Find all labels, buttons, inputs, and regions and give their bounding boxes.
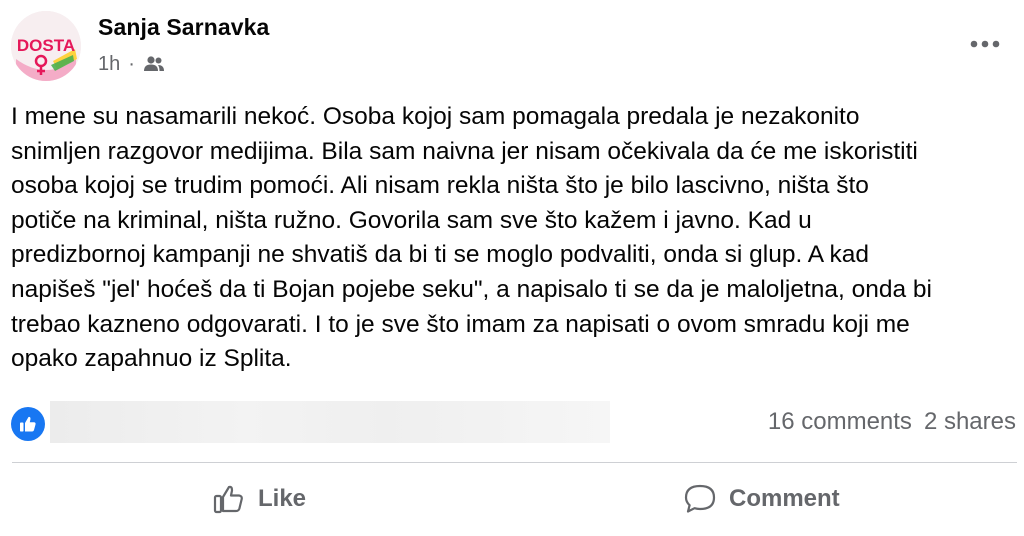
action-divider	[12, 462, 1017, 463]
shares-count[interactable]: 2 shares	[924, 408, 1016, 436]
avatar-logo: DOSTA	[11, 11, 81, 81]
like-reaction-icon[interactable]	[11, 407, 45, 441]
comment-button[interactable]: Comment	[683, 476, 840, 522]
author-name[interactable]: Sanja Sarnavka	[98, 14, 269, 41]
like-label: Like	[258, 485, 307, 512]
post-time[interactable]: 1h	[98, 53, 120, 76]
avatar[interactable]: DOSTA	[11, 11, 81, 81]
post-body-text: I mene su nasamarili nekoć. Osoba kojoj …	[11, 103, 932, 373]
comments-count[interactable]: 16 comments	[768, 408, 912, 436]
thumbs-up-icon	[213, 485, 243, 514]
more-options-icon	[970, 40, 1000, 48]
blurred-reaction-names	[50, 401, 610, 443]
post-stats-bar: 16 comments 2 shares	[0, 398, 1024, 446]
post-actions: Like Comment	[0, 470, 1024, 530]
comment-bubble-icon	[684, 484, 716, 513]
post-header: DOSTA Sanja Sarnavka 1h ·	[0, 0, 1024, 96]
more-options-button[interactable]	[960, 24, 1010, 64]
friends-icon[interactable]	[143, 55, 165, 73]
thumbs-up-glyph	[20, 416, 36, 432]
comment-label: Comment	[729, 485, 840, 512]
avatar-text: DOSTA	[17, 36, 75, 55]
like-button[interactable]: Like	[212, 476, 306, 522]
meta-separator: ·	[128, 52, 135, 75]
post-meta: 1h ·	[98, 52, 165, 76]
engagement-counts: 16 comments 2 shares	[768, 408, 1016, 436]
